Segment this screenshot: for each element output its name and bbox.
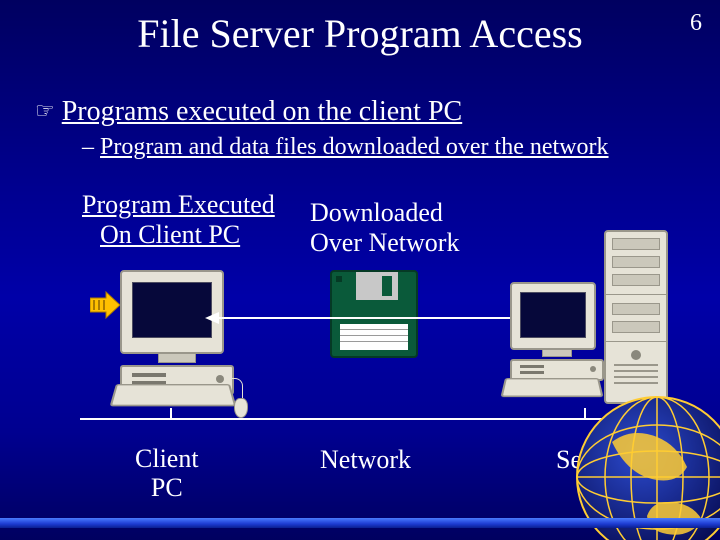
label-program-executed-line1: Program Executed [82, 190, 275, 220]
right-arrow-striped-icon [90, 290, 120, 320]
dash-icon: – [82, 134, 94, 161]
label-downloaded-line1: Downloaded [310, 198, 459, 228]
hand-pointing-right-icon: ☞ [35, 98, 55, 124]
server-monitor [510, 282, 596, 350]
label-downloaded-line2: Over Network [310, 228, 459, 258]
server-desktop-icon [510, 282, 604, 381]
server-monitor-stand [542, 350, 572, 357]
bullet-1-text: Programs executed on the client PC [62, 96, 462, 127]
label-program-executed-line2: On Client PC [82, 220, 275, 250]
label-client-line1: Client [135, 445, 199, 474]
monitor-stand [158, 354, 196, 363]
slide-title: File Server Program Access [0, 10, 720, 57]
left-arrow-icon [205, 311, 513, 325]
mouse-icon [234, 398, 248, 418]
network-bus-line [80, 418, 640, 420]
server-tower-icon [604, 230, 668, 404]
slide: 6 File Server Program Access ☞ Programs … [0, 0, 720, 540]
label-client-pc: Client PC [135, 445, 199, 502]
keyboard-icon [110, 384, 237, 406]
monitor-screen [132, 282, 212, 338]
bullet-2-text: Program and data files downloaded over t… [100, 134, 609, 160]
desktop-computer-icon [120, 270, 234, 395]
label-client-line2: PC [135, 474, 199, 503]
footer-accent-bar [0, 518, 720, 528]
server-monitor-screen [520, 292, 586, 338]
bullet-level-1: ☞ Programs executed on the client PC [35, 96, 462, 128]
label-downloaded: Downloaded Over Network [310, 198, 459, 258]
bullet-level-2: – Program and data files downloaded over… [82, 134, 609, 161]
label-program-executed: Program Executed On Client PC [82, 190, 275, 250]
network-drop-client [170, 408, 172, 420]
label-network: Network [320, 445, 411, 475]
